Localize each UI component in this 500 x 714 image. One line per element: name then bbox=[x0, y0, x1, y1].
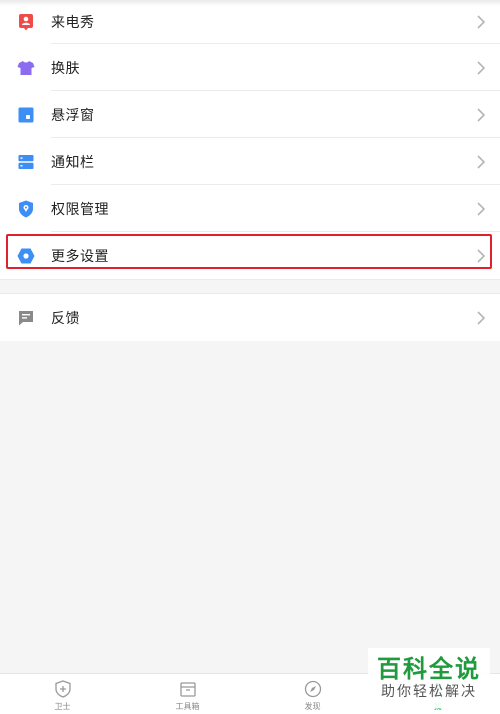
settings-item-label: 更多设置 bbox=[51, 248, 109, 265]
chevron-right-icon bbox=[477, 248, 486, 263]
tab-toolbox[interactable]: 工具箱 bbox=[125, 674, 250, 714]
chevron-right-icon bbox=[477, 15, 486, 29]
shield-location-icon bbox=[17, 200, 35, 218]
watermark-logo: 百科全说 助你轻松解决 bbox=[368, 648, 490, 708]
hexagon-settings-icon bbox=[17, 247, 35, 265]
chevron-right-icon bbox=[477, 310, 486, 325]
feedback-icon bbox=[17, 309, 35, 327]
floating-window-icon bbox=[17, 106, 35, 124]
tshirt-icon bbox=[17, 59, 35, 77]
settings-item-label: 来电秀 bbox=[51, 15, 95, 31]
toolbox-icon bbox=[179, 682, 196, 697]
tab-label: 卫士 bbox=[54, 702, 71, 711]
settings-group-feedback: 反馈 bbox=[0, 294, 500, 341]
watermark-subtitle: 助你轻松解决 bbox=[381, 684, 477, 700]
chevron-right-icon bbox=[477, 60, 486, 75]
settings-item-label: 换肤 bbox=[51, 60, 80, 77]
tab-label: 发现 bbox=[304, 702, 321, 711]
chevron-right-icon bbox=[477, 201, 486, 216]
group-separator bbox=[0, 279, 500, 294]
settings-item-label: 反馈 bbox=[51, 310, 80, 327]
settings-item-skin[interactable]: 换肤 bbox=[0, 44, 500, 91]
notification-bar-icon bbox=[17, 153, 35, 171]
settings-item-feedback[interactable]: 反馈 bbox=[0, 294, 500, 341]
chevron-right-icon bbox=[477, 154, 486, 169]
caller-show-icon bbox=[17, 13, 35, 31]
watermark-title: 百科全说 bbox=[377, 655, 481, 683]
compass-icon bbox=[304, 680, 321, 698]
tab-label: 工具箱 bbox=[175, 702, 200, 711]
tab-discover[interactable]: 发现 bbox=[250, 674, 375, 714]
settings-item-permission-management[interactable]: 权限管理 bbox=[0, 185, 500, 232]
settings-item-floating-window[interactable]: 悬浮窗 bbox=[0, 91, 500, 138]
settings-item-label: 通知栏 bbox=[51, 154, 95, 171]
settings-group-main: 来电秀 换肤 悬浮窗 通知栏 权限管理 更多设置 bbox=[0, 0, 500, 279]
shield-plus-icon bbox=[54, 680, 71, 698]
tab-guard[interactable]: 卫士 bbox=[0, 674, 125, 714]
settings-item-label: 权限管理 bbox=[51, 201, 109, 218]
settings-item-more-settings[interactable]: 更多设置 bbox=[0, 232, 500, 279]
settings-item-label: 悬浮窗 bbox=[51, 107, 95, 124]
settings-item-caller-show[interactable]: 来电秀 bbox=[0, 0, 500, 44]
settings-item-notification-bar[interactable]: 通知栏 bbox=[0, 138, 500, 185]
chevron-right-icon bbox=[477, 107, 486, 122]
